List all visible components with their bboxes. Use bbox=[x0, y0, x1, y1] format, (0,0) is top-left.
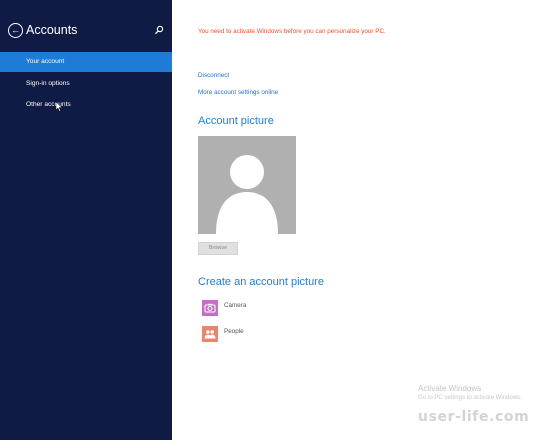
activate-windows-watermark: Activate Windows bbox=[418, 384, 482, 393]
people-icon bbox=[202, 326, 218, 342]
account-picture bbox=[198, 136, 296, 234]
sidebar-title: Accounts bbox=[26, 23, 78, 37]
search-icon[interactable] bbox=[154, 25, 164, 35]
camera-icon bbox=[202, 300, 218, 316]
people-label: People bbox=[224, 328, 244, 335]
mouse-cursor-icon bbox=[56, 102, 63, 112]
activation-warning: You need to activate Windows before you … bbox=[198, 28, 386, 35]
activate-windows-subtitle: Go to PC settings to activate Windows. bbox=[418, 395, 522, 401]
account-picture-heading: Account picture bbox=[198, 115, 274, 127]
create-account-picture-heading: Create an account picture bbox=[198, 276, 324, 288]
browse-button[interactable]: Browse bbox=[198, 242, 238, 255]
user-silhouette-icon bbox=[216, 155, 278, 234]
sidebar-item-other-accounts[interactable]: Other accounts bbox=[0, 95, 172, 115]
sidebar-item-sign-in-options[interactable]: Sign-in options bbox=[0, 74, 172, 94]
back-arrow-icon[interactable]: ← bbox=[8, 23, 23, 38]
disconnect-link[interactable]: Disconnect bbox=[198, 72, 229, 79]
site-watermark: user-life.com bbox=[418, 409, 530, 425]
more-account-settings-link[interactable]: More account settings online bbox=[198, 89, 278, 96]
sidebar-item-your-account[interactable]: Your account bbox=[0, 52, 172, 72]
camera-label: Camera bbox=[224, 302, 247, 309]
sidebar: ← Accounts Your account Sign-in options … bbox=[0, 0, 172, 440]
